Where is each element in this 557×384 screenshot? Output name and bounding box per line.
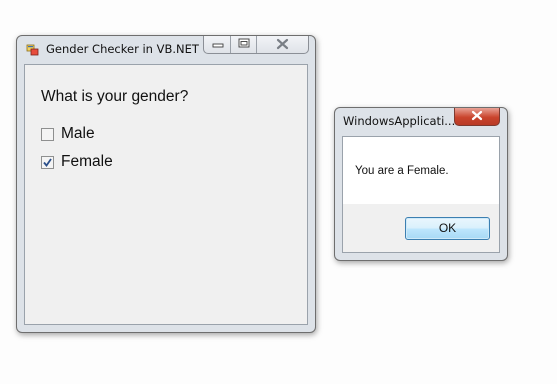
main-window: Gender Checker in VB.NET What is your ge… <box>16 35 316 333</box>
checkmark-icon <box>43 157 52 167</box>
male-label[interactable]: Male <box>61 125 95 143</box>
minimize-icon <box>212 43 224 48</box>
question-label: What is your gender? <box>41 88 189 105</box>
close-icon <box>471 110 483 121</box>
message-area: You are a Female. <box>343 137 499 204</box>
female-checkbox-row[interactable]: Female <box>41 152 113 172</box>
main-titlebar[interactable]: Gender Checker in VB.NET <box>17 36 315 62</box>
message-box: WindowsApplicati... You are a Female. OK <box>334 107 508 261</box>
maximize-icon <box>238 38 250 48</box>
female-checkbox[interactable] <box>41 155 54 169</box>
window-controls <box>203 36 309 54</box>
minimize-button[interactable] <box>204 36 231 53</box>
message-box-title: WindowsApplicati... <box>343 114 455 128</box>
form-icon[interactable] <box>26 42 40 56</box>
close-button[interactable] <box>257 36 308 53</box>
male-checkbox[interactable] <box>41 127 54 141</box>
male-checkbox-row[interactable]: Male <box>41 124 95 144</box>
main-client-area: What is your gender? Male Female <box>24 64 308 325</box>
close-icon <box>276 38 289 50</box>
ok-button[interactable]: OK <box>405 217 490 240</box>
message-box-close-button[interactable] <box>454 108 500 126</box>
message-box-titlebar[interactable]: WindowsApplicati... <box>335 108 507 134</box>
main-window-title: Gender Checker in VB.NET <box>46 42 199 56</box>
maximize-button[interactable] <box>231 36 257 53</box>
message-text: You are a Female. <box>355 165 449 177</box>
message-box-client: You are a Female. OK <box>342 136 500 253</box>
female-label[interactable]: Female <box>61 153 113 171</box>
